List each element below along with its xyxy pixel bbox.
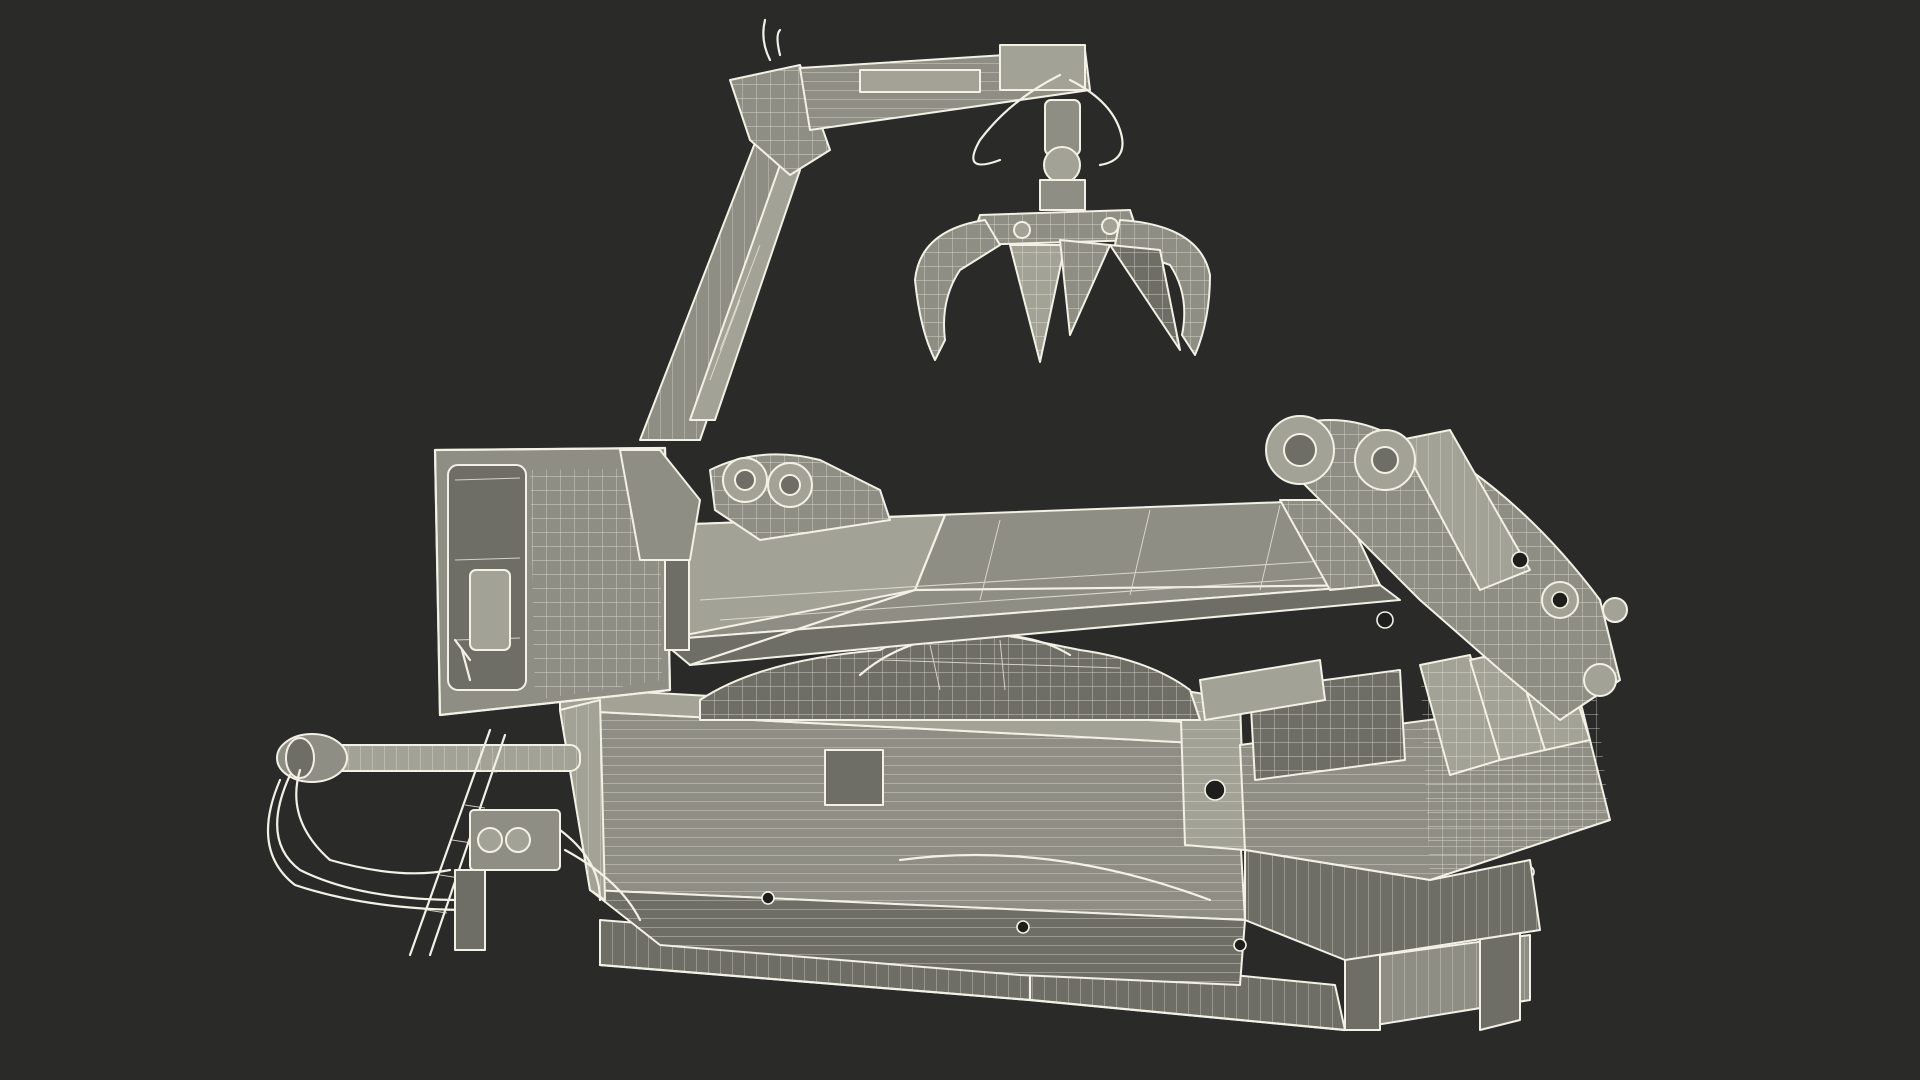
wireframe-render bbox=[266, 18, 1628, 1032]
grapple-claw bbox=[914, 99, 1211, 363]
nameplate bbox=[824, 749, 884, 806]
render-viewport bbox=[0, 0, 1920, 1080]
